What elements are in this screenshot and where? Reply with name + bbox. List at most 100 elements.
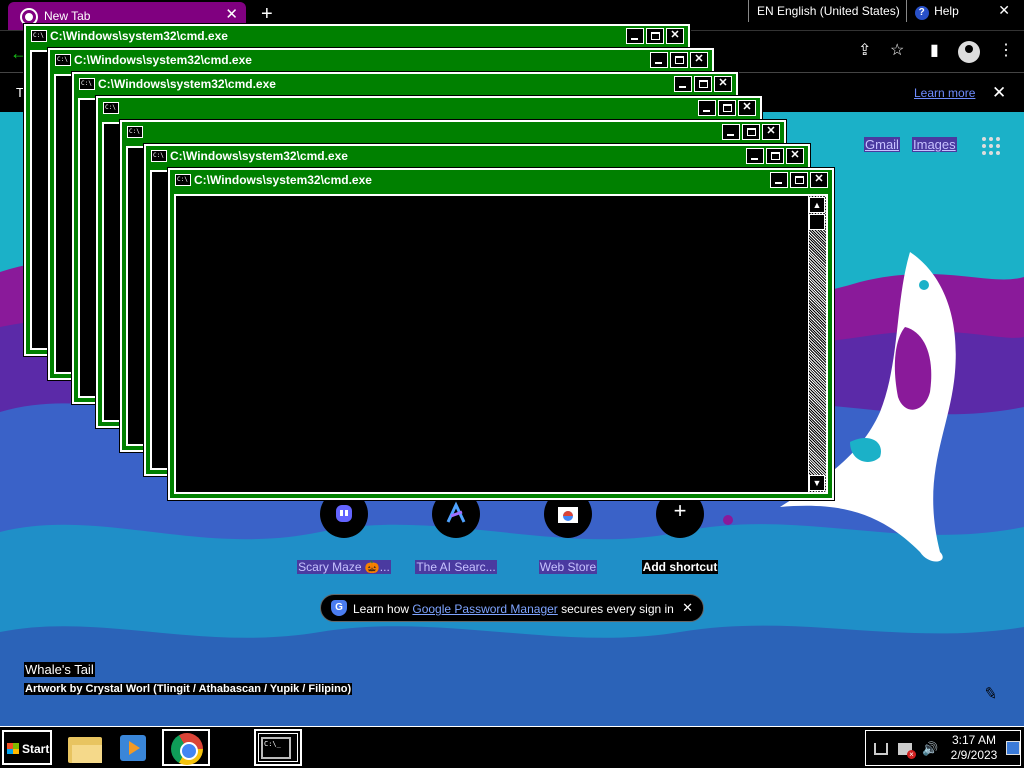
shortcut-add[interactable]: + Add shortcut <box>632 490 728 576</box>
shortcut-label: Web Store <box>538 560 598 574</box>
promo-suffix: secures every sign in <box>557 602 674 616</box>
maximize-button[interactable] <box>790 172 808 188</box>
shortcut-label: Add shortcut <box>641 560 719 574</box>
scroll-up-icon[interactable]: ▲ <box>809 197 825 213</box>
tab-title: New Tab <box>44 9 91 23</box>
clock[interactable]: 3:17 AM 2/9/2023 <box>946 733 1002 763</box>
minimize-button[interactable] <box>722 124 740 140</box>
cmd-window-icon[interactable]: C:\ <box>175 174 191 186</box>
language-bar: EN English (United States) ? Help <box>748 0 965 24</box>
minimize-button[interactable] <box>698 100 716 116</box>
clock-date: 2/9/2023 <box>950 748 998 762</box>
close-button[interactable]: ✕ <box>762 124 780 140</box>
cmd-window-icon[interactable]: C:\ <box>79 78 95 90</box>
cmd-window-icon[interactable]: C:\ <box>151 150 167 162</box>
scroll-thumb[interactable] <box>809 214 825 230</box>
shortcut-scary-maze[interactable]: Scary Maze 🎃... <box>296 490 392 576</box>
shortcut-label: The AI Searc... <box>415 560 497 574</box>
vertical-scrollbar[interactable]: ▲▼ <box>808 196 826 492</box>
maximize-button[interactable] <box>694 76 712 92</box>
bookmark-star-icon[interactable]: ☆ <box>890 43 904 59</box>
cmd-title-bar[interactable]: C:\ C:\Windows\system32\cmd.exe ✕ <box>170 170 832 190</box>
help-icon: ? <box>914 6 929 20</box>
maximize-button[interactable] <box>670 52 688 68</box>
cmd-console-area[interactable]: ▲▼ <box>174 194 828 494</box>
maximize-button[interactable] <box>742 124 760 140</box>
minimize-button[interactable] <box>626 28 644 44</box>
info-bar-text: T <box>16 85 24 100</box>
folder-icon[interactable] <box>68 733 102 763</box>
cmd-window-icon[interactable]: C:\ <box>55 54 71 66</box>
gmail-link[interactable]: Gmail <box>864 137 900 152</box>
network-icon[interactable] <box>874 743 888 755</box>
chrome-icon <box>171 733 203 765</box>
minimize-button[interactable] <box>674 76 692 92</box>
close-button[interactable]: ✕ <box>810 172 828 188</box>
minimize-icon <box>655 62 662 64</box>
minimize-icon <box>631 38 638 40</box>
maximize-icon <box>747 128 756 136</box>
cmd-window-title: C:\Windows\system32\cmd.exe <box>98 77 276 91</box>
cmd-window-icon[interactable]: C:\ <box>31 30 47 42</box>
maximize-button[interactable] <box>718 100 736 116</box>
password-manager-promo: G Learn how Google Password Manager secu… <box>320 594 704 622</box>
password-manager-link[interactable]: Google Password Manager <box>412 602 557 616</box>
promo-close-icon[interactable]: ✕ <box>682 600 693 616</box>
shortcut-label: Scary Maze 🎃... <box>297 560 391 574</box>
shortcut-web-store[interactable]: Web Store <box>520 490 616 576</box>
cmd-window-icon[interactable]: C:\ <box>127 126 143 138</box>
cmd-window[interactable]: C:\C:\Windows\system32\cmd.exe✕▲▼ <box>168 168 834 500</box>
cmd-window-title: C:\Windows\system32\cmd.exe <box>50 29 228 43</box>
images-link[interactable]: Images <box>912 137 957 152</box>
language-indicator[interactable]: EN English (United States) <box>748 0 906 22</box>
cmd-title-bar[interactable]: C:\ C:\Windows\system32\cmd.exe ✕ <box>26 26 688 46</box>
promo-prefix: Learn how <box>353 602 413 616</box>
maximize-button[interactable] <box>646 28 664 44</box>
minimize-button[interactable] <box>770 172 788 188</box>
close-button[interactable]: ✕ <box>666 28 684 44</box>
maximize-button[interactable] <box>766 148 784 164</box>
share-icon[interactable]: ⇪ <box>858 43 871 59</box>
artwork-credit: Artwork by Crystal Worl (Tlingit / Athab… <box>24 683 353 695</box>
clock-time: 3:17 AM <box>951 733 997 747</box>
cmd-title-bar[interactable]: C:\ C:\Windows\system32\cmd.exe ✕ <box>50 50 712 70</box>
cmd-window-icon[interactable]: C:\ <box>103 102 119 114</box>
cmd-title-bar[interactable]: C:\ C:\Windows\system32\cmd.exe ✕ <box>74 74 736 94</box>
close-button[interactable]: ✕ <box>738 100 756 116</box>
minimize-button[interactable] <box>746 148 764 164</box>
close-button[interactable]: ✕ <box>786 148 804 164</box>
scroll-down-icon[interactable]: ▼ <box>809 475 825 491</box>
artwork-title[interactable]: Whale's Tail <box>24 662 95 677</box>
cmd-title-bar[interactable]: C:\ ✕ <box>98 98 760 118</box>
password-manager-icon: G <box>331 600 347 616</box>
google-apps-icon[interactable] <box>982 137 1000 155</box>
volume-icon[interactable]: 🔊 <box>922 742 938 755</box>
shortcut-ai-search[interactable]: The AI Searc... <box>408 490 504 576</box>
side-panel-icon[interactable]: ▮ <box>930 43 939 59</box>
info-bar-close-icon[interactable]: ✕ <box>992 83 1006 103</box>
minimize-button[interactable] <box>650 52 668 68</box>
cmd-title-bar[interactable]: C:\ ✕ <box>122 122 784 142</box>
system-tray: 🔊 3:17 AM 2/9/2023 <box>865 730 1021 766</box>
media-player-icon[interactable] <box>120 735 146 761</box>
taskbar: Start C:\_ 🔊 3:17 AM 2/9/2023 <box>0 726 1024 768</box>
action-center-flag-icon[interactable] <box>898 743 916 759</box>
new-tab-button[interactable]: + <box>261 3 273 25</box>
learn-more-link[interactable]: Learn more <box>914 86 975 100</box>
maximize-icon <box>771 152 780 160</box>
menu-kebab-icon[interactable]: ⋮ <box>998 43 1014 59</box>
start-button[interactable]: Start <box>2 730 52 765</box>
cmd-title-bar[interactable]: C:\ C:\Windows\system32\cmd.exe ✕ <box>146 146 808 166</box>
minimize-icon <box>727 134 734 136</box>
profile-avatar[interactable] <box>958 41 980 63</box>
taskbar-cmd-button[interactable]: C:\_ <box>254 729 302 766</box>
browser-close-button[interactable]: ✕ <box>952 0 1010 22</box>
close-button[interactable]: ✕ <box>690 52 708 68</box>
desktop: New Tab ✕ + EN English (United States) ?… <box>0 0 1024 768</box>
close-button[interactable]: ✕ <box>714 76 732 92</box>
minimize-icon <box>703 110 710 112</box>
tab-close-icon[interactable]: ✕ <box>225 7 238 23</box>
show-desktop-icon[interactable] <box>1006 741 1020 755</box>
minimize-icon <box>775 182 782 184</box>
taskbar-chrome-button[interactable] <box>162 729 210 766</box>
